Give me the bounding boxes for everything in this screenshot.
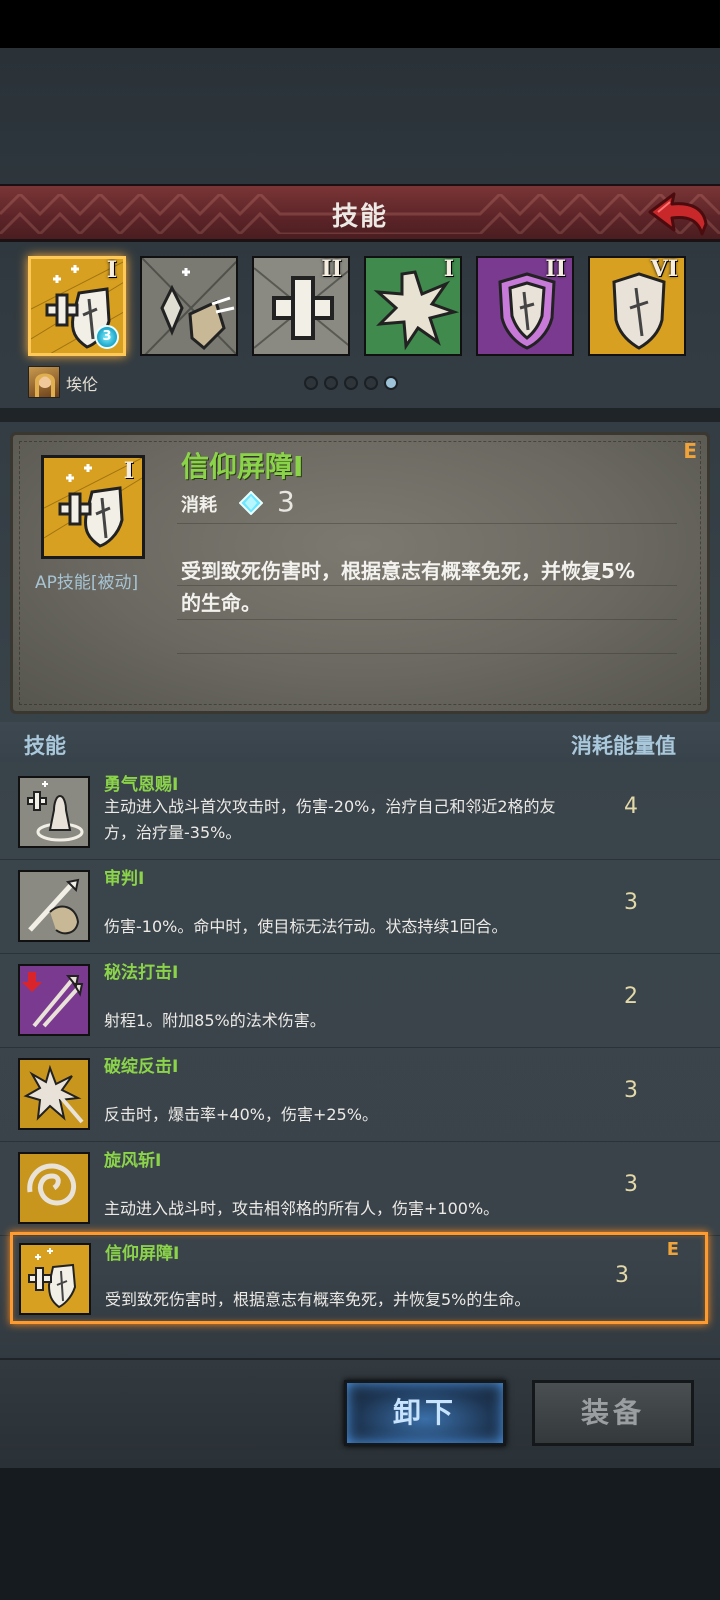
detail-level: I	[123, 458, 134, 484]
list-item-desc: 伤害-10%。命中时，使目标无法行动。状态持续1回合。	[104, 917, 508, 936]
grade-label: E	[666, 1239, 679, 1260]
list-item-name: 审判I	[104, 869, 145, 889]
page-dot[interactable]	[324, 376, 338, 390]
list-item[interactable]: 秘法打击I 射程1。附加85%的法术伤害。 2	[0, 954, 720, 1048]
skill-name: 信仰屏障I	[181, 450, 304, 483]
slot-level: I	[443, 256, 454, 282]
list-item-name: 破绽反击I	[104, 1057, 179, 1077]
faith-barrier-icon	[19, 1243, 91, 1315]
list-item-name: 信仰屏障I	[105, 1244, 180, 1264]
divider	[0, 408, 720, 422]
column-skill: 技能	[24, 734, 66, 758]
rule-line	[177, 523, 677, 524]
list-item-name: 勇气恩赐I	[104, 775, 179, 795]
page-dot[interactable]	[364, 376, 378, 390]
judgment-icon	[18, 870, 90, 942]
list-item-name: 旋风斩I	[104, 1151, 162, 1171]
equip-button[interactable]: 装备	[532, 1380, 694, 1446]
avatar	[28, 366, 60, 398]
skill-slot-row: I 3 II I II VI	[28, 256, 692, 356]
title-bar: 技能	[0, 184, 720, 242]
skill-list-header: 技能 消耗能量值	[0, 722, 720, 762]
list-item-desc: 反击时，爆击率+40%，伤害+25%。	[104, 1105, 378, 1124]
slot-level: VI	[650, 256, 678, 282]
list-item-selected[interactable]: 信仰屏障I E 受到致死伤害时，根据意志有概率免死，并恢复5%的生命。 3	[10, 1232, 708, 1324]
skill-detail-card: E I AP技能[被动] 信仰屏障I 消耗 3 受到致死伤害时，根据意志有概率免…	[10, 432, 710, 714]
courage-gift-icon	[18, 776, 90, 848]
page-title: 技能	[331, 202, 388, 232]
whirlwind-icon	[18, 1152, 90, 1224]
slot-level: I	[106, 257, 117, 283]
list-item-desc: 受到致死伤害时，根据意志有概率免死，并恢复5%的生命。	[105, 1290, 531, 1309]
skill-slot-4[interactable]: I	[364, 256, 462, 356]
list-item-cost: 3	[624, 1172, 638, 1197]
list-item-cost: 4	[624, 794, 638, 819]
page-dot-active[interactable]	[384, 376, 398, 390]
skill-slot-3[interactable]: II	[252, 256, 350, 356]
column-cost: 消耗能量值	[571, 734, 676, 758]
list-item-desc: 主动进入战斗首次攻击时，伤害-20%，治疗自己和邻近2格的友方，治疗量-35%。	[104, 797, 556, 842]
rule-line	[177, 653, 677, 654]
skill-slot-2[interactable]	[140, 256, 238, 356]
list-item[interactable]: 勇气恩赐I 主动进入战斗首次攻击时，伤害-20%，治疗自己和邻近2格的友方，治疗…	[0, 766, 720, 860]
bottom-area	[0, 1468, 720, 1600]
arcane-strike-icon	[18, 964, 90, 1036]
skill-slot-5[interactable]: II	[476, 256, 574, 356]
crystal-claw-icon	[142, 258, 236, 354]
slot-level: II	[321, 256, 342, 282]
skill-slot-1[interactable]: I 3	[28, 256, 126, 356]
cost-value: 3	[277, 485, 295, 518]
back-arrow-icon[interactable]	[646, 190, 710, 238]
skill-description: 受到致死伤害时，根据意志有概率免死，并恢复5%的生命。	[181, 559, 635, 615]
hero-name: 埃伦	[66, 375, 99, 394]
energy-gem-badge: 3	[95, 325, 119, 349]
list-item-cost: 3	[615, 1263, 629, 1288]
detail-skill-icon: I	[41, 455, 145, 559]
list-item[interactable]: 审判I 伤害-10%。命中时，使目标无法行动。状态持续1回合。 3	[0, 860, 720, 954]
list-item-cost: 2	[624, 984, 638, 1009]
cost-label: 消耗	[181, 495, 217, 516]
page-dot[interactable]	[304, 376, 318, 390]
energy-gem-icon	[239, 491, 263, 515]
status-area	[0, 0, 720, 48]
skill-type: AP技能[被动]	[35, 573, 139, 593]
skill-slot-6[interactable]: VI	[588, 256, 686, 356]
unequip-button[interactable]: 卸下	[344, 1380, 506, 1446]
list-item-cost: 3	[624, 890, 638, 915]
slot-level: II	[545, 256, 566, 282]
list-item[interactable]: 旋风斩I 主动进入战斗时，攻击相邻格的所有人，伤害+100%。 3	[0, 1142, 720, 1236]
list-item-cost: 3	[624, 1078, 638, 1103]
list-item[interactable]: 破绽反击I 反击时，爆击率+40%，伤害+25%。 3	[0, 1048, 720, 1142]
page-dot[interactable]	[344, 376, 358, 390]
list-item-desc: 主动进入战斗时，攻击相邻格的所有人，伤害+100%。	[104, 1199, 500, 1218]
grade-label: E	[683, 439, 697, 463]
counter-strike-icon	[18, 1058, 90, 1130]
list-item-desc: 射程1。附加85%的法术伤害。	[104, 1011, 326, 1030]
rule-line	[177, 619, 677, 620]
list-item-name: 秘法打击I	[104, 963, 179, 983]
